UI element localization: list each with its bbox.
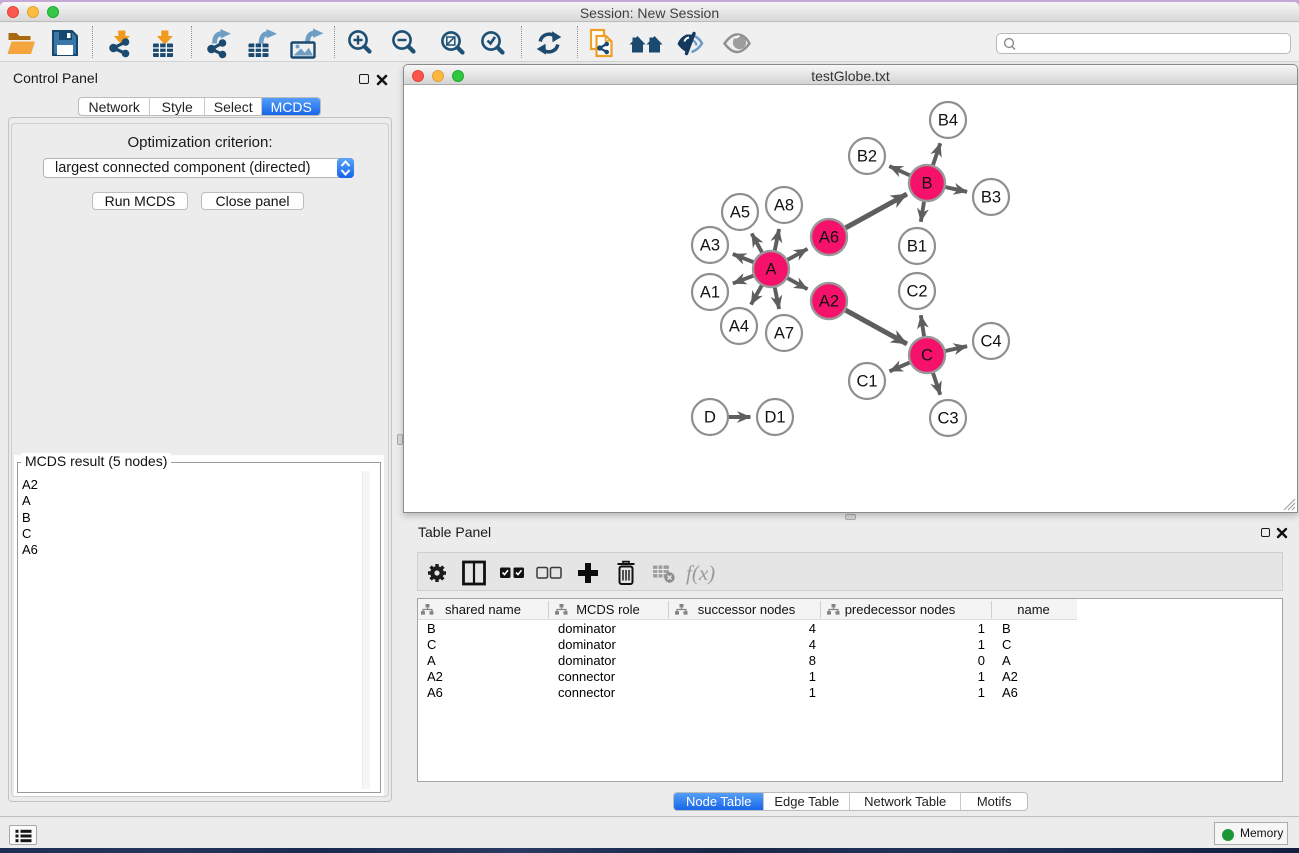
svg-text:B: B (921, 175, 932, 193)
svg-text:B2: B2 (857, 148, 877, 166)
svg-text:D: D (704, 409, 716, 427)
svg-text:A4: A4 (729, 318, 749, 336)
svg-text:f(x): f(x) (686, 561, 715, 585)
svg-text:D1: D1 (764, 409, 785, 427)
svg-text:A6: A6 (819, 229, 839, 247)
svg-text:A2: A2 (819, 293, 839, 311)
svg-text:C1: C1 (856, 373, 877, 391)
svg-text:B4: B4 (938, 112, 958, 130)
svg-text:A1: A1 (700, 284, 720, 302)
svg-text:A3: A3 (700, 237, 720, 255)
svg-text:C: C (921, 347, 933, 365)
svg-text:C3: C3 (937, 410, 958, 428)
svg-text:B1: B1 (907, 238, 927, 256)
svg-text:B3: B3 (981, 189, 1001, 207)
svg-text:C2: C2 (906, 283, 927, 301)
svg-text:A7: A7 (774, 325, 794, 343)
svg-text:A5: A5 (730, 204, 750, 222)
svg-text:C4: C4 (980, 333, 1001, 351)
svg-text:A8: A8 (774, 197, 794, 215)
svg-text:A: A (765, 261, 776, 279)
